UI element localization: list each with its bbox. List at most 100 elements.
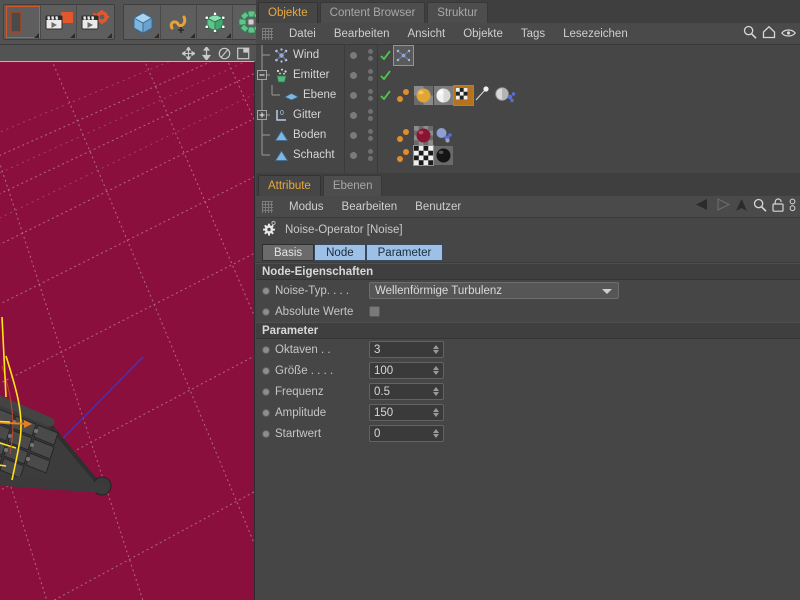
object-enabled-check[interactable] xyxy=(378,49,392,61)
menu-objekte[interactable]: Objekte xyxy=(454,24,512,44)
object-visibility-dots[interactable] xyxy=(362,109,378,121)
lock-open-icon[interactable] xyxy=(772,197,784,217)
texture-restriction-tag[interactable] xyxy=(453,84,474,106)
attribute-manager-header-icons xyxy=(695,196,796,218)
subtab-node[interactable]: Node xyxy=(314,243,366,261)
amplitude-field[interactable]: 150 xyxy=(369,404,444,421)
spinner-icon[interactable] xyxy=(433,428,439,438)
maximize-view-icon[interactable] xyxy=(237,47,250,60)
material-tag-black[interactable] xyxy=(434,145,453,165)
tab-struktur[interactable]: Struktur xyxy=(427,2,488,23)
menu-datei[interactable]: Datei xyxy=(280,24,325,44)
seed-field[interactable]: 0 xyxy=(369,425,444,442)
spinner-icon[interactable] xyxy=(433,407,439,417)
up-arrow-icon[interactable] xyxy=(735,198,748,217)
spinner-icon[interactable] xyxy=(433,386,439,396)
render-settings-button[interactable] xyxy=(77,5,113,39)
menu-bearbeiten[interactable]: Bearbeiten xyxy=(325,24,399,44)
search-icon[interactable] xyxy=(743,25,757,44)
noise-type-dropdown[interactable]: Wellenförmige Turbulenz xyxy=(369,282,619,299)
tag-zone[interactable] xyxy=(392,84,516,106)
frequency-field[interactable]: 0.5 xyxy=(369,383,444,400)
forward-arrow-icon-disabled[interactable] xyxy=(715,198,731,216)
object-visibility-dot[interactable] xyxy=(344,131,362,139)
main-toolbar xyxy=(0,0,307,45)
subtab-parameter[interactable]: Parameter xyxy=(365,243,444,261)
object-enabled-check[interactable] xyxy=(378,89,392,101)
material-tag-white[interactable] xyxy=(434,85,453,105)
object-row-ebene[interactable]: Ebene xyxy=(256,84,800,106)
spinner-icon[interactable] xyxy=(433,344,439,354)
panel-grip[interactable] xyxy=(262,200,273,213)
render-region-button[interactable] xyxy=(41,5,77,39)
options-dots-icon[interactable] xyxy=(789,198,796,217)
parameter-bullet-icon[interactable] xyxy=(262,307,270,316)
parameter-bullet-icon[interactable] xyxy=(262,345,270,354)
octaves-field[interactable]: 3 xyxy=(369,341,444,358)
dynamics-tag[interactable] xyxy=(494,86,516,105)
size-field[interactable]: 100 xyxy=(369,362,444,379)
tag-zone[interactable] xyxy=(392,144,453,166)
object-visibility-dots[interactable] xyxy=(362,149,378,161)
tag-zone[interactable] xyxy=(392,45,414,66)
expression-tag-pair[interactable] xyxy=(394,126,413,145)
3d-viewport[interactable] xyxy=(0,61,255,600)
tab-ebenen[interactable]: Ebenen xyxy=(322,175,383,196)
object-visibility-dot[interactable] xyxy=(344,71,362,79)
tab-objekte[interactable]: Objekte xyxy=(258,2,318,23)
connector-handle-icon[interactable] xyxy=(474,85,493,105)
menu-ansicht[interactable]: Ansicht xyxy=(398,24,454,44)
pan-icon[interactable] xyxy=(182,46,195,60)
tab-attribute[interactable]: Attribute xyxy=(258,175,321,196)
object-manager[interactable]: Wind Emitter Ebene 0 Gitter Boden Schach… xyxy=(256,45,800,173)
object-visibility-dots[interactable] xyxy=(362,49,378,61)
parameter-bullet-icon[interactable] xyxy=(262,408,270,417)
menu-modus[interactable]: Modus xyxy=(280,197,333,217)
spline-pen-button[interactable] xyxy=(161,5,197,39)
back-arrow-icon[interactable] xyxy=(695,198,710,216)
object-row-wind[interactable]: Wind xyxy=(256,45,800,66)
object-visibility-dot[interactable] xyxy=(344,51,362,59)
expression-tag-pair[interactable] xyxy=(394,86,413,105)
material-tag-darkred[interactable] xyxy=(414,125,433,145)
subtab-basis[interactable]: Basis xyxy=(262,243,315,261)
field-label: Absolute Werte xyxy=(275,305,354,318)
eye-icon[interactable] xyxy=(781,25,796,43)
spinner-icon[interactable] xyxy=(433,365,439,375)
home-icon[interactable] xyxy=(762,25,776,44)
particle-modifier-tag[interactable] xyxy=(393,45,414,66)
nurbs-cube-button[interactable] xyxy=(197,5,233,39)
object-row-schacht[interactable]: Schacht xyxy=(256,144,800,166)
expression-tag-pair[interactable] xyxy=(394,146,413,165)
tag-zone[interactable] xyxy=(392,125,453,145)
parameter-bullet-icon[interactable] xyxy=(262,286,270,295)
dolly-icon[interactable] xyxy=(201,46,212,60)
object-visibility-dots[interactable] xyxy=(362,129,378,141)
render-view-button[interactable] xyxy=(5,5,41,39)
object-row-gitter[interactable]: 0 Gitter xyxy=(256,105,800,125)
object-row-boden[interactable]: Boden xyxy=(256,125,800,145)
parameter-bullet-icon[interactable] xyxy=(262,429,270,438)
panel-grip[interactable] xyxy=(262,27,273,40)
object-visibility-dots[interactable] xyxy=(362,89,378,101)
menu-benutzer[interactable]: Benutzer xyxy=(406,197,470,217)
menu-tags[interactable]: Tags xyxy=(512,24,554,44)
object-visibility-dot[interactable] xyxy=(344,91,362,99)
object-visibility-dot[interactable] xyxy=(344,151,362,159)
object-enabled-check[interactable] xyxy=(378,69,392,81)
cube-primitive-button[interactable] xyxy=(125,5,161,39)
material-tag-orange[interactable] xyxy=(414,85,433,105)
menu-lesezeichen[interactable]: Lesezeichen xyxy=(554,24,637,44)
absolute-values-checkbox[interactable] xyxy=(369,306,380,317)
object-visibility-dots[interactable] xyxy=(362,69,378,81)
search-icon[interactable] xyxy=(753,198,767,217)
rotate-icon[interactable] xyxy=(218,47,231,60)
object-row-emitter[interactable]: Emitter xyxy=(256,65,800,85)
object-visibility-dot[interactable] xyxy=(344,111,362,119)
dynamics-tag[interactable] xyxy=(434,126,453,145)
material-tag-checker[interactable] xyxy=(413,144,434,166)
parameter-bullet-icon[interactable] xyxy=(262,387,270,396)
tab-content-browser[interactable]: Content Browser xyxy=(319,2,426,23)
menu-bearbeiten[interactable]: Bearbeiten xyxy=(333,197,407,217)
parameter-bullet-icon[interactable] xyxy=(262,366,270,375)
